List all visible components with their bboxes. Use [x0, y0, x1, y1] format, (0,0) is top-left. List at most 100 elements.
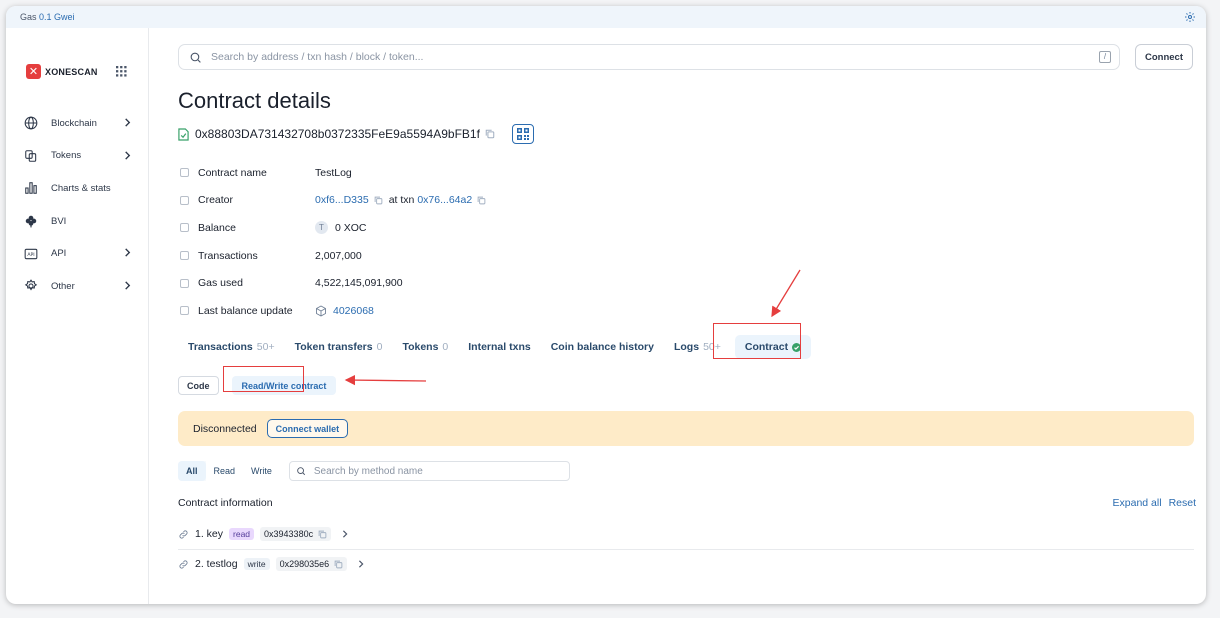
- filter-write[interactable]: Write: [243, 461, 280, 481]
- block-cube-icon: [316, 305, 326, 317]
- qr-code-icon: [517, 128, 529, 140]
- detail-row-contract-name: Contract name TestLog: [178, 159, 778, 187]
- annotation-highlight-read-write: [223, 366, 304, 392]
- at-txn-label: at txn: [388, 194, 415, 207]
- copy-icon[interactable]: [318, 530, 327, 539]
- detail-row-transactions: Transactions 2,007,000: [178, 242, 778, 270]
- sidebar-item-tokens[interactable]: Tokens: [24, 140, 134, 173]
- top-bar: Gas 0.1 Gwei: [6, 6, 1206, 28]
- tab-count: 0: [442, 341, 449, 353]
- sidebar: ✕ XONESCAN Blockchain Tokens Charts & st…: [6, 28, 149, 604]
- tab-token-transfers[interactable]: Token transfers 0: [285, 335, 393, 359]
- search-placeholder: Search by address / txn hash / block / t…: [211, 51, 424, 63]
- link-icon[interactable]: [178, 559, 189, 570]
- code-subtab[interactable]: Code: [178, 376, 219, 395]
- sidebar-item-bvi[interactable]: BVI: [24, 205, 134, 238]
- chevron-right-icon[interactable]: [357, 560, 365, 568]
- method-signature: 0x298035e6: [275, 557, 348, 571]
- chevron-right-icon[interactable]: [341, 530, 349, 538]
- qr-code-button[interactable]: [512, 124, 534, 144]
- tab-label: Transactions: [188, 341, 253, 353]
- info-icon[interactable]: [180, 195, 189, 205]
- method-type-badge: write: [243, 558, 270, 570]
- method-name: 1. key: [195, 528, 224, 540]
- detail-row-creator: Creator 0xf6...D335 at txn 0x76...64a2: [178, 187, 778, 215]
- creator-txn-link[interactable]: 0x76...64a2: [417, 194, 472, 206]
- apps-grid-icon[interactable]: [116, 66, 127, 77]
- sidebar-item-label: BVI: [51, 215, 67, 227]
- chevron-right-icon: [125, 281, 131, 290]
- link-icon[interactable]: [178, 529, 189, 540]
- method-row[interactable]: 1. key read 0x3943380c: [178, 519, 1194, 549]
- global-search-input[interactable]: Search by address / txn hash / block / t…: [178, 44, 1120, 70]
- search-icon: [190, 52, 201, 63]
- sidebar-nav: Blockchain Tokens Charts & stats BVI API…: [24, 107, 134, 303]
- info-icon[interactable]: [180, 306, 189, 316]
- last-balance-value: 4026068: [315, 305, 374, 317]
- detail-label: Transactions: [198, 249, 258, 262]
- sidebar-item-label: API: [51, 248, 67, 260]
- settings-gear-icon[interactable]: [1184, 11, 1196, 23]
- sidebar-item-label: Tokens: [51, 150, 82, 162]
- contract-name-value: TestLog: [315, 166, 352, 179]
- info-icon[interactable]: [180, 168, 189, 178]
- method-row[interactable]: 2. testlog write 0x298035e6: [178, 549, 1194, 579]
- chart-icon: [25, 182, 37, 195]
- sidebar-item-other[interactable]: Other: [24, 270, 134, 303]
- logo[interactable]: ✕ XONESCAN: [26, 64, 98, 79]
- app-window: Gas 0.1 Gwei ✕ XONESCAN Blockchain Token…: [6, 6, 1206, 604]
- tab-label: Token transfers: [294, 341, 373, 353]
- copy-icon[interactable]: [477, 196, 486, 205]
- logo-text: XONESCAN: [45, 66, 98, 77]
- gas-price[interactable]: 0.1 Gwei: [39, 12, 75, 22]
- svg-text:API: API: [27, 252, 34, 258]
- method-search-input[interactable]: Search by method name: [288, 461, 570, 481]
- contract-address[interactable]: 0x88803DA731432708b0372335FeE9a5594A9bFB…: [195, 127, 480, 141]
- detail-label: Last balance update: [198, 304, 293, 317]
- expand-all-link[interactable]: Expand all: [1113, 497, 1162, 509]
- transactions-count-link[interactable]: 2,007,000: [315, 250, 362, 262]
- info-icon[interactable]: [180, 223, 189, 233]
- filter-all[interactable]: All: [178, 461, 206, 481]
- filter-read[interactable]: Read: [205, 461, 244, 481]
- shortcut-key: /: [1099, 51, 1111, 63]
- flower-icon: [25, 215, 37, 228]
- block-number-link[interactable]: 4026068: [333, 305, 374, 317]
- tab-tokens[interactable]: Tokens 0: [392, 335, 458, 359]
- connect-wallet-button[interactable]: Connect wallet: [266, 419, 349, 438]
- tab-count: 50+: [256, 341, 275, 353]
- tab-count: 0: [376, 341, 383, 353]
- sidebar-item-charts[interactable]: Charts & stats: [24, 172, 134, 205]
- tab-label: Internal txns: [468, 341, 531, 353]
- connect-button[interactable]: Connect: [1135, 44, 1193, 70]
- wallet-status: Disconnected: [193, 422, 257, 435]
- gas-used-value: 4,522,145,091,900: [315, 277, 403, 290]
- page-title: Contract details: [178, 88, 331, 113]
- method-hash: 0x3943380c: [264, 529, 314, 539]
- method-filter-bar: All Read Write Search by method name: [178, 461, 570, 481]
- chevron-right-icon: [125, 118, 131, 127]
- sidebar-item-blockchain[interactable]: Blockchain: [24, 107, 134, 140]
- sidebar-item-label: Blockchain: [51, 117, 97, 129]
- detail-row-balance: Balance T 0 XOC: [178, 214, 778, 242]
- tab-transactions[interactable]: Transactions 50+: [178, 335, 285, 359]
- tab-coin-balance-history[interactable]: Coin balance history: [541, 335, 664, 359]
- detail-row-gas-used: Gas used 4,522,145,091,900: [178, 269, 778, 297]
- reset-link[interactable]: Reset: [1169, 497, 1196, 509]
- creator-address-link[interactable]: 0xf6...D335: [315, 194, 369, 206]
- copy-icon[interactable]: [334, 560, 343, 569]
- method-signature: 0x3943380c: [260, 527, 332, 541]
- info-icon[interactable]: [180, 251, 189, 261]
- copy-icon[interactable]: [374, 196, 383, 205]
- info-icon[interactable]: [180, 278, 189, 288]
- method-type-toggle: All Read Write: [178, 461, 280, 481]
- annotation-highlight-contract-tab: [713, 323, 801, 359]
- method-search-placeholder: Search by method name: [313, 465, 423, 477]
- chevron-right-icon: [125, 151, 131, 160]
- tab-internal-txns[interactable]: Internal txns: [458, 335, 540, 359]
- expand-controls: Expand all Reset: [1113, 497, 1196, 509]
- sidebar-item-api[interactable]: API API: [24, 237, 134, 270]
- sidebar-item-label: Other: [51, 280, 75, 292]
- copy-icon[interactable]: [485, 129, 495, 139]
- contract-information-title: Contract information: [178, 497, 273, 509]
